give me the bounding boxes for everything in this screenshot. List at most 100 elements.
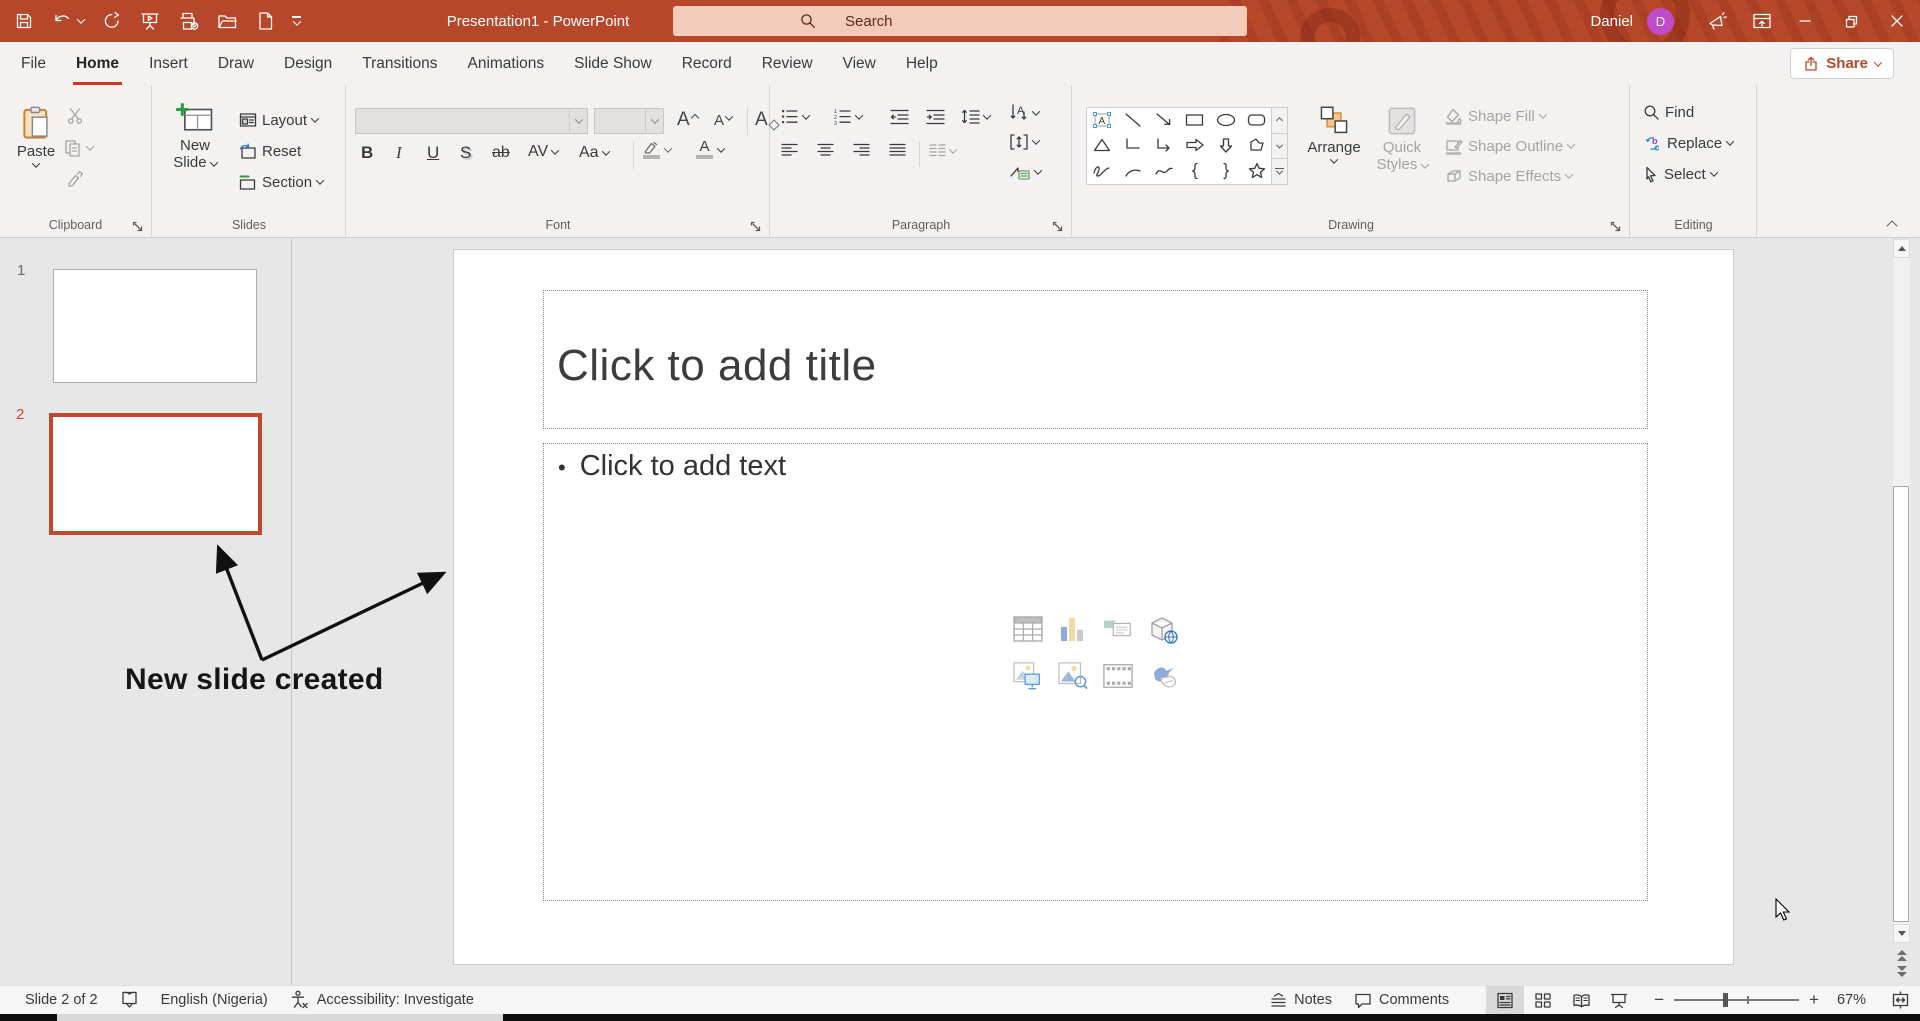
new-slide-button[interactable]: NewSlide — [163, 103, 227, 171]
shape-right-brace[interactable] — [1210, 157, 1241, 184]
insert-table-icon[interactable] — [1013, 614, 1043, 644]
layout-button[interactable]: Layout — [239, 107, 318, 133]
reading-view-button[interactable] — [1562, 986, 1600, 1015]
shape-freeform[interactable] — [1241, 133, 1272, 158]
notes-toggle[interactable]: Notes — [1259, 986, 1343, 1015]
zoom-out-button[interactable]: − — [1654, 990, 1664, 1010]
convert-to-smartart-button[interactable] — [1009, 163, 1041, 181]
shape-rectangle[interactable] — [1180, 108, 1211, 133]
zoom-level[interactable]: 67% — [1819, 986, 1880, 1015]
paste-button[interactable]: Paste — [12, 105, 60, 168]
print-preview-icon[interactable] — [178, 11, 199, 31]
avatar[interactable]: D — [1647, 8, 1674, 35]
arrange-button[interactable]: Arrange — [1301, 105, 1367, 164]
tab-review[interactable]: Review — [747, 42, 828, 85]
reset-button[interactable]: Reset — [239, 138, 301, 164]
tab-draw[interactable]: Draw — [203, 42, 269, 85]
decrease-font-size-button[interactable]: A — [714, 112, 732, 129]
section-button[interactable]: Section — [239, 169, 323, 195]
coming-soon-megaphone-icon[interactable] — [1706, 10, 1728, 32]
insert-icons-icon[interactable] — [1148, 661, 1178, 691]
user-name[interactable]: Daniel — [1590, 13, 1633, 30]
align-left-button[interactable] — [781, 143, 798, 158]
shape-star[interactable] — [1241, 157, 1272, 184]
close-button[interactable] — [1874, 0, 1920, 42]
shape-fill-button[interactable]: Shape Fill — [1445, 103, 1546, 129]
shape-line[interactable] — [1118, 108, 1149, 133]
share-button[interactable]: Share — [1790, 48, 1894, 79]
shapes-gallery[interactable]: A — [1086, 107, 1273, 185]
accessibility-status[interactable]: Accessibility: Investigate — [279, 986, 485, 1015]
insert-video-icon[interactable] — [1103, 661, 1133, 691]
normal-view-button[interactable] — [1486, 986, 1524, 1015]
save-icon[interactable] — [14, 11, 34, 31]
select-button[interactable]: Select — [1643, 161, 1717, 187]
shape-down-arrow[interactable] — [1210, 133, 1241, 158]
slideshow-view-button[interactable] — [1600, 986, 1638, 1015]
shape-curve[interactable] — [1149, 157, 1180, 184]
ribbon-display-options-icon[interactable] — [1752, 11, 1772, 31]
undo-icon[interactable] — [52, 11, 84, 31]
increase-indent-button[interactable] — [926, 108, 945, 125]
paragraph-dialog-launcher[interactable] — [1052, 221, 1063, 232]
restore-button[interactable] — [1828, 0, 1874, 42]
fit-slide-to-window-button[interactable] — [1880, 986, 1920, 1015]
scroll-down-button[interactable] — [1893, 924, 1910, 943]
text-direction-button[interactable]: A — [1009, 103, 1039, 123]
stock-images-icon[interactable] — [1058, 661, 1088, 691]
next-slide-button[interactable] — [1893, 965, 1910, 978]
quick-styles-button[interactable]: QuickStyles — [1369, 105, 1435, 173]
shape-oval[interactable] — [1210, 108, 1241, 133]
slide-indicator[interactable]: Slide 2 of 2 — [14, 986, 109, 1015]
strikethrough-button[interactable]: ab — [492, 144, 510, 162]
insert-smartart-icon[interactable] — [1103, 614, 1133, 644]
shape-right-arrow[interactable] — [1180, 133, 1211, 158]
tab-slide-show[interactable]: Slide Show — [559, 42, 667, 85]
spellcheck-status[interactable] — [109, 986, 150, 1015]
replace-button[interactable]: bcReplace — [1643, 130, 1733, 156]
shape-outline-button[interactable]: Shape Outline — [1445, 133, 1574, 159]
new-slide-dropdown[interactable] — [210, 158, 218, 166]
format-painter-icon[interactable] — [66, 170, 84, 188]
zoom-slider-track[interactable] — [1674, 999, 1799, 1001]
justify-button[interactable] — [889, 143, 906, 158]
insert-3d-model-icon[interactable] — [1148, 614, 1178, 644]
columns-button[interactable] — [929, 143, 956, 158]
shape-scribble[interactable] — [1087, 157, 1118, 184]
underline-button[interactable]: U — [427, 143, 439, 163]
tab-help[interactable]: Help — [891, 42, 953, 85]
slide-1-thumbnail[interactable] — [53, 269, 257, 383]
gallery-more-button[interactable] — [1272, 159, 1287, 184]
customize-qat-icon[interactable] — [292, 16, 301, 25]
shape-textbox[interactable]: A — [1087, 108, 1118, 133]
search-box[interactable]: Search — [673, 6, 1247, 36]
insert-chart-icon[interactable] — [1058, 614, 1088, 644]
italic-button[interactable]: I — [396, 143, 402, 163]
character-spacing-button[interactable]: AV — [528, 143, 558, 161]
shape-left-brace[interactable] — [1180, 157, 1211, 184]
bullets-button[interactable] — [781, 108, 809, 125]
font-color-button[interactable]: A — [696, 140, 724, 159]
decrease-indent-button[interactable] — [890, 108, 909, 125]
font-name-combobox[interactable] — [355, 108, 588, 134]
find-button[interactable]: Find — [1643, 99, 1694, 125]
zoom-slider-thumb[interactable] — [1723, 993, 1728, 1007]
drawing-dialog-launcher[interactable] — [1610, 221, 1621, 232]
content-placeholder[interactable]: •Click to add text — [543, 443, 1648, 901]
align-right-button[interactable] — [853, 143, 870, 158]
previous-slide-button[interactable] — [1893, 949, 1910, 962]
shape-elbow[interactable] — [1118, 133, 1149, 158]
shape-effects-button[interactable]: Shape Effects — [1445, 163, 1572, 189]
zoom-in-button[interactable]: + — [1809, 990, 1819, 1010]
font-dialog-launcher[interactable] — [750, 221, 761, 232]
font-size-combobox[interactable] — [594, 108, 664, 134]
collapse-ribbon-button[interactable] — [1888, 217, 1896, 234]
title-placeholder[interactable]: Click to add title — [543, 290, 1648, 429]
insert-picture-icon[interactable] — [1013, 661, 1043, 691]
new-document-icon[interactable] — [256, 11, 274, 31]
shape-arc[interactable] — [1118, 157, 1149, 184]
scrollbar-track[interactable] — [1893, 258, 1910, 924]
tab-insert[interactable]: Insert — [134, 42, 203, 85]
slide-editing-canvas[interactable]: Click to add title •Click to add text — [453, 249, 1734, 965]
increase-font-size-button[interactable]: A — [677, 109, 698, 131]
